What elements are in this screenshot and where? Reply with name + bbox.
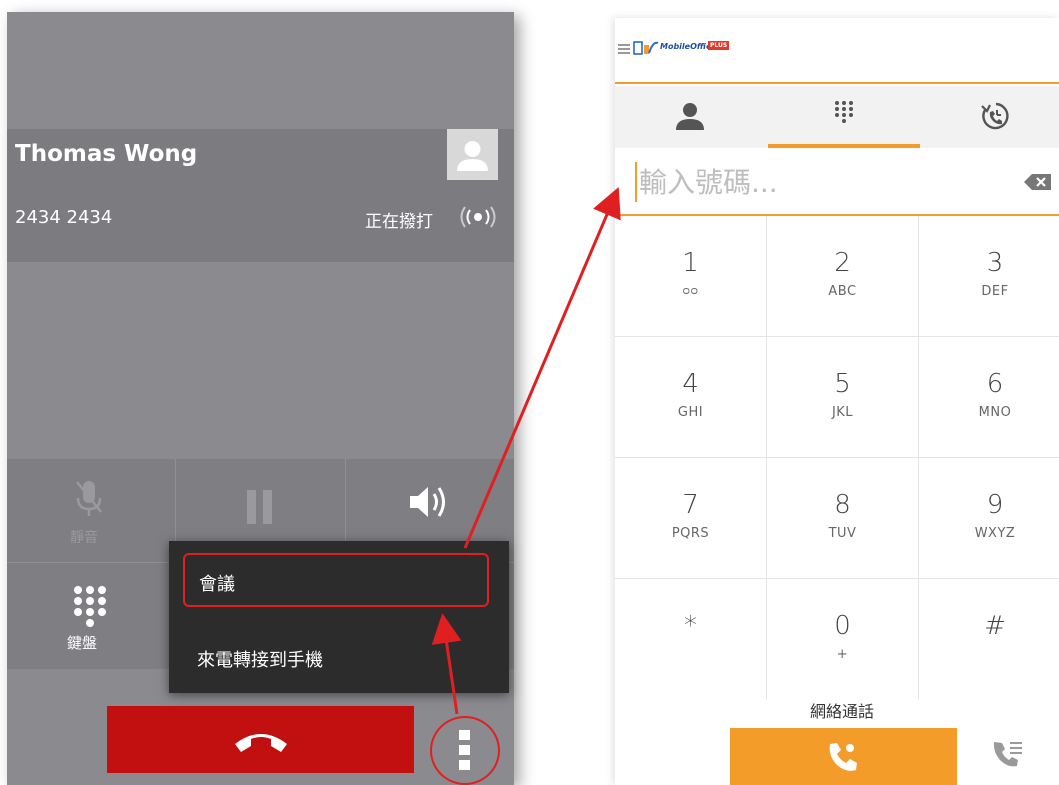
dialpad-icon <box>835 101 853 123</box>
key-digit: 5 <box>834 369 851 399</box>
pause-icon <box>247 490 272 524</box>
dialer-screen: MobileOffice PLUS 輸入號碼... 1 ᴑᴑ 2 ABC 3 D… <box>615 18 1059 785</box>
menu-item-conference[interactable]: 會議 <box>183 553 489 607</box>
phone-number-input[interactable] <box>635 162 1015 202</box>
key-letters: JKL <box>831 405 854 420</box>
key-0[interactable]: 0 + <box>767 579 919 700</box>
key-digit: 7 <box>682 490 699 520</box>
mute-label: 靜音 <box>70 530 98 546</box>
avatar <box>447 129 498 180</box>
mic-off-icon <box>76 481 102 516</box>
caller-name: Thomas Wong <box>15 141 198 167</box>
key-letters: TUV <box>828 526 857 541</box>
key-4[interactable]: 4 GHI <box>615 337 767 458</box>
key-letters: WXYZ <box>974 526 1016 541</box>
menu-item-label: 來電轉接到手機 <box>197 650 323 671</box>
menu-item-label: 會議 <box>199 574 235 595</box>
backspace-icon <box>1024 174 1051 190</box>
key-digit: 1 <box>682 248 699 278</box>
app-header: MobileOffice PLUS <box>615 18 1059 84</box>
key-digit: 4 <box>682 369 699 399</box>
ringing-icon <box>460 206 496 228</box>
call-history-icon <box>981 102 1009 130</box>
key-7[interactable]: 7 PQRS <box>615 458 767 579</box>
more-options-menu: 會議 來電轉接到手機 <box>169 541 509 693</box>
key-letters: GHI <box>677 405 704 420</box>
end-call-button[interactable] <box>107 706 414 773</box>
voip-call-label: 網絡通話 <box>809 702 874 721</box>
key-digit: 0 <box>834 611 851 641</box>
voip-call-button[interactable] <box>730 728 957 785</box>
key-2[interactable]: 2 ABC <box>767 216 919 337</box>
caller-number: 2434 2434 <box>15 207 113 228</box>
cellular-call-button[interactable] <box>990 736 1030 776</box>
tab-dialpad[interactable] <box>768 86 920 148</box>
key-digit: 9 <box>986 490 1004 520</box>
key-digit: # <box>984 611 1006 641</box>
key-hash[interactable]: # <box>919 579 1059 700</box>
call-status: 正在撥打 <box>365 212 433 232</box>
backspace-button[interactable] <box>1023 172 1053 192</box>
key-6[interactable]: 6 MNO <box>919 337 1059 458</box>
key-digit: * <box>684 611 697 641</box>
key-letters: DEF <box>981 284 1009 299</box>
more-options-button[interactable] <box>430 716 500 785</box>
key-5[interactable]: 5 JKL <box>767 337 919 458</box>
key-digit: 8 <box>834 490 851 520</box>
menu-item-forward-to-mobile[interactable]: 來電轉接到手機 <box>169 621 509 681</box>
person-icon <box>457 141 488 171</box>
tab-history[interactable] <box>920 86 1059 148</box>
key-star[interactable]: * <box>615 579 767 700</box>
key-letters: + <box>836 647 849 662</box>
app-logo: MobileOffice PLUS <box>633 39 733 57</box>
number-input-row <box>615 148 1059 216</box>
key-digit: 2 <box>834 248 851 278</box>
key-digit: 3 <box>986 248 1004 278</box>
key-digit: 6 <box>986 369 1004 399</box>
phone-list-icon <box>993 742 1022 767</box>
tab-contacts[interactable] <box>615 86 768 148</box>
speaker-button[interactable] <box>400 480 460 530</box>
logo-badge: PLUS <box>708 41 730 50</box>
key-letters: MNO <box>978 405 1012 420</box>
key-1[interactable]: 1 ᴑᴑ <box>615 216 767 337</box>
key-3[interactable]: 3 DEF <box>919 216 1059 337</box>
logo-icon <box>633 41 659 55</box>
hang-up-icon <box>235 734 287 752</box>
menu-icon[interactable] <box>618 43 630 55</box>
keypad-label: 鍵盤 <box>67 634 98 652</box>
person-icon <box>676 103 704 130</box>
speaker-icon <box>410 487 445 517</box>
more-vertical-icon <box>459 730 470 770</box>
hold-button[interactable] <box>230 478 290 538</box>
phone-wifi-icon <box>829 743 857 771</box>
key-letters: PQRS <box>671 526 710 541</box>
key-9[interactable]: 9 WXYZ <box>919 458 1059 579</box>
key-letters: ABC <box>828 284 857 299</box>
dialpad-grid: 1 ᴑᴑ 2 ABC 3 DEF 4 GHI 5 JKL 6 MNO 7 PQR… <box>615 216 1059 700</box>
key-8[interactable]: 8 TUV <box>767 458 919 579</box>
voicemail-icon: ᴑᴑ <box>682 284 699 297</box>
dialpad-icon <box>74 586 106 627</box>
tab-bar <box>615 86 1059 148</box>
